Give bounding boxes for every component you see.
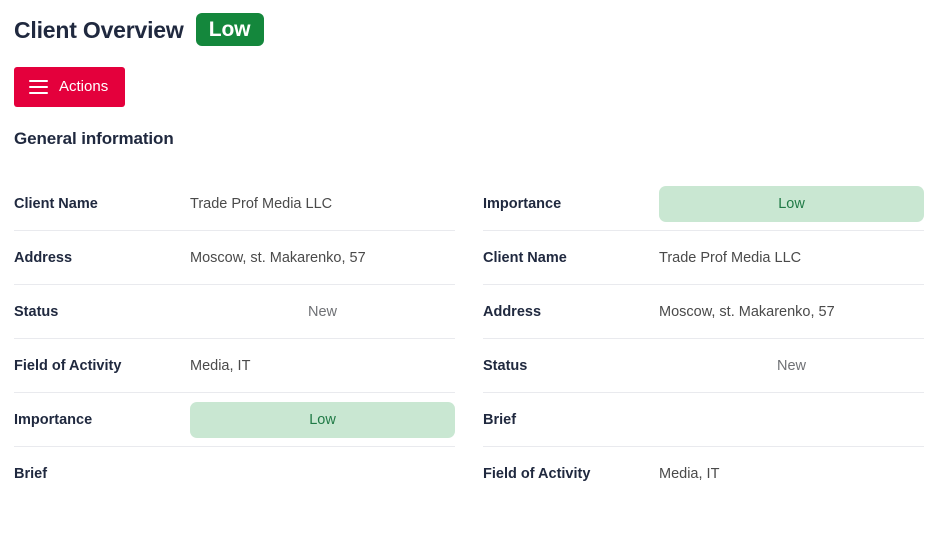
field-label: Address — [483, 303, 542, 320]
field-label: Importance — [14, 411, 93, 428]
field-row-field-of-activity: Field of Activity Media, IT — [483, 447, 924, 501]
field-row-client-name: Client Name Trade Prof Media LLC — [14, 177, 455, 231]
field-value: Trade Prof Media LLC — [659, 249, 802, 266]
importance-pill-badge: Low — [659, 185, 924, 222]
field-value: Moscow, st. Makarenko, 57 — [190, 249, 366, 266]
field-value — [659, 410, 924, 430]
field-value: Media, IT — [190, 357, 251, 374]
importance-status-badge: Low — [195, 13, 264, 46]
client-overview-page: Client Overview Low Actions General info… — [0, 0, 938, 540]
field-row-field-of-activity: Field of Activity Media, IT — [14, 339, 455, 393]
page-title: Client Overview — [14, 16, 184, 43]
toolbar: Actions — [0, 46, 938, 107]
field-label: Client Name — [14, 195, 98, 212]
actions-button[interactable]: Actions — [14, 67, 126, 107]
left-field-column: Client Name Trade Prof Media LLC Address… — [0, 177, 469, 501]
field-value: Trade Prof Media LLC — [190, 195, 333, 212]
field-row-status: Status New — [14, 285, 455, 339]
field-row-brief: Brief — [14, 447, 455, 501]
field-label: Field of Activity — [14, 357, 122, 374]
actions-button-label: Actions — [59, 78, 109, 95]
field-row-importance: Importance Low — [14, 393, 455, 447]
field-row-importance: Importance Low — [483, 177, 924, 231]
field-columns: Client Name Trade Prof Media LLC Address… — [0, 177, 938, 501]
field-label: Importance — [483, 195, 562, 212]
field-label: Status — [14, 303, 59, 320]
field-value-wrapper: Low — [190, 401, 455, 438]
importance-pill-badge: Low — [190, 401, 455, 438]
field-row-address: Address Moscow, st. Makarenko, 57 — [483, 285, 924, 339]
field-row-address: Address Moscow, st. Makarenko, 57 — [14, 231, 455, 285]
field-row-brief: Brief — [483, 393, 924, 447]
field-row-client-name: Client Name Trade Prof Media LLC — [483, 231, 924, 285]
field-value: Moscow, st. Makarenko, 57 — [659, 303, 835, 320]
field-label: Brief — [483, 411, 517, 428]
field-label: Client Name — [483, 249, 567, 266]
field-label: Brief — [14, 465, 48, 482]
field-value — [190, 464, 455, 484]
section-heading-general-information: General information — [14, 129, 174, 148]
field-value-wrapper: Low — [659, 185, 924, 222]
field-label: Status — [483, 357, 528, 374]
field-label: Address — [14, 249, 73, 266]
field-row-status: Status New — [483, 339, 924, 393]
field-label: Field of Activity — [483, 465, 591, 482]
right-field-column: Importance Low Client Name Trade Prof Me… — [469, 177, 938, 501]
field-value: New — [307, 303, 337, 320]
page-header: Client Overview Low — [0, 0, 938, 46]
hamburger-menu-icon — [29, 80, 48, 94]
field-value: New — [776, 357, 806, 374]
field-value: Media, IT — [659, 465, 720, 482]
